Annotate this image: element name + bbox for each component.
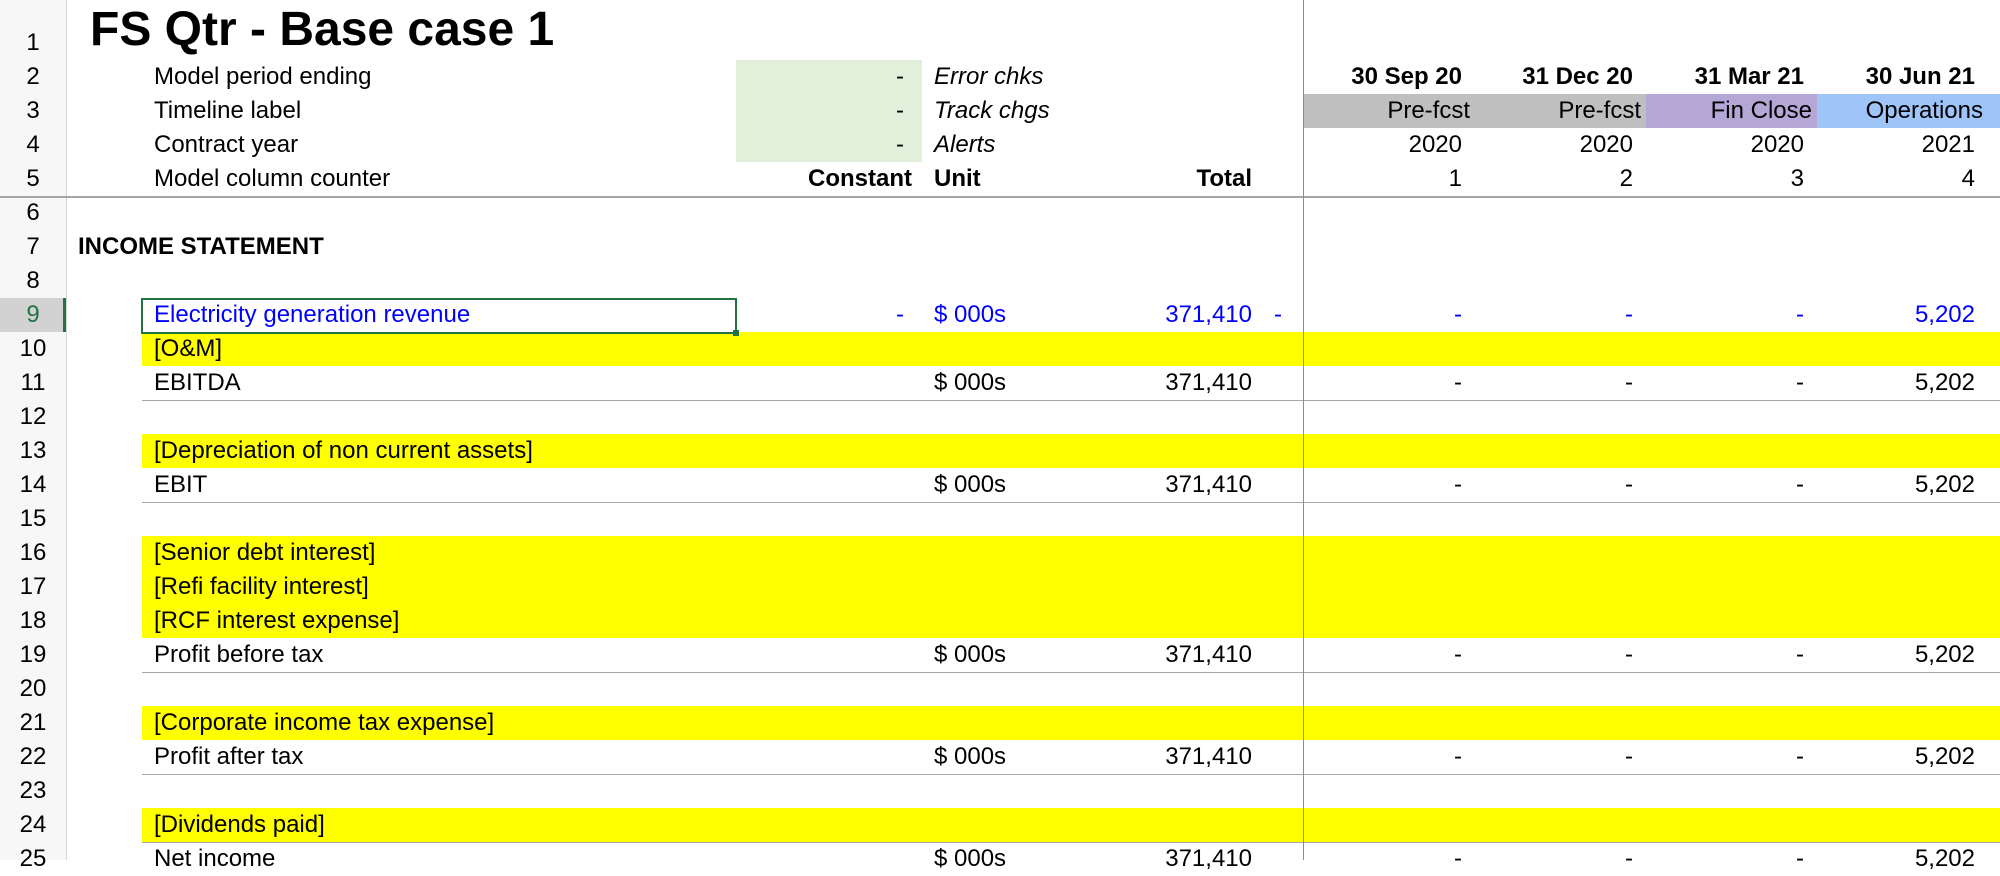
- period-counter-1[interactable]: 1: [1304, 162, 1462, 196]
- ebitda-value-1[interactable]: -: [1304, 366, 1462, 400]
- revenue-value-1[interactable]: -: [1304, 298, 1462, 332]
- net-income-total[interactable]: 371,410: [1100, 842, 1252, 876]
- net-income-value-1[interactable]: -: [1304, 842, 1462, 876]
- net-income-value-4[interactable]: 5,202: [1817, 842, 1975, 876]
- pat-value-2[interactable]: -: [1475, 740, 1633, 774]
- label-timeline[interactable]: Timeline label: [154, 94, 301, 128]
- net-income-unit[interactable]: $ 000s: [934, 842, 1006, 876]
- period-label-4[interactable]: Operations: [1817, 94, 1983, 128]
- ebit-unit[interactable]: $ 000s: [934, 468, 1006, 502]
- net-income-value-2[interactable]: -: [1475, 842, 1633, 876]
- period-year-3[interactable]: 2020: [1646, 128, 1804, 162]
- ebit-value-2[interactable]: -: [1475, 468, 1633, 502]
- net-income-label[interactable]: Net income: [154, 842, 275, 876]
- pbt-value-1[interactable]: -: [1304, 638, 1462, 672]
- net-income-value-3[interactable]: -: [1646, 842, 1804, 876]
- pbt-total[interactable]: 371,410: [1100, 638, 1252, 672]
- rcf-interest-label[interactable]: [RCF interest expense]: [154, 604, 399, 638]
- ebit-value-4[interactable]: 5,202: [1817, 468, 1975, 502]
- sheet-title[interactable]: FS Qtr - Base case 1: [90, 2, 554, 58]
- period-year-1[interactable]: 2020: [1304, 128, 1462, 162]
- pbt-value-2[interactable]: -: [1475, 638, 1633, 672]
- period-year-2[interactable]: 2020: [1475, 128, 1633, 162]
- ebit-total[interactable]: 371,410: [1100, 468, 1252, 502]
- col-header-total[interactable]: Total: [1100, 162, 1252, 196]
- revenue-value-3[interactable]: -: [1646, 298, 1804, 332]
- ebitda-value-2[interactable]: -: [1475, 366, 1633, 400]
- pat-value-4[interactable]: 5,202: [1817, 740, 1975, 774]
- input-model-period[interactable]: -: [736, 60, 904, 94]
- pbt-value-3[interactable]: -: [1646, 638, 1804, 672]
- dividends-label[interactable]: [Dividends paid]: [154, 808, 325, 842]
- period-label-3[interactable]: Fin Close: [1646, 94, 1812, 128]
- flag-error-checks[interactable]: Error chks: [934, 60, 1043, 94]
- flag-alerts[interactable]: Alerts: [934, 128, 995, 162]
- period-counter-2[interactable]: 2: [1475, 162, 1633, 196]
- refi-facility-interest-label[interactable]: [Refi facility interest]: [154, 570, 369, 604]
- section-heading-income-statement[interactable]: INCOME STATEMENT: [78, 230, 324, 264]
- revenue-constant[interactable]: -: [736, 298, 904, 332]
- period-counter-3[interactable]: 3: [1646, 162, 1804, 196]
- label-model-period[interactable]: Model period ending: [154, 60, 372, 94]
- ebitda-label[interactable]: EBITDA: [154, 366, 241, 400]
- revenue-flag[interactable]: -: [1274, 298, 1282, 332]
- om-label[interactable]: [O&M]: [154, 332, 222, 366]
- tax-label[interactable]: [Corporate income tax expense]: [154, 706, 494, 740]
- ebit-value-1[interactable]: -: [1304, 468, 1462, 502]
- col-header-constant[interactable]: Constant: [736, 162, 912, 196]
- ebitda-value-3[interactable]: -: [1646, 366, 1804, 400]
- pat-unit[interactable]: $ 000s: [934, 740, 1006, 774]
- pat-value-1[interactable]: -: [1304, 740, 1462, 774]
- pbt-value-4[interactable]: 5,202: [1817, 638, 1975, 672]
- sheet-cells: FS Qtr - Base case 1 Model period ending…: [0, 0, 2000, 872]
- pat-value-3[interactable]: -: [1646, 740, 1804, 774]
- period-date-4[interactable]: 30 Jun 21: [1817, 60, 1975, 94]
- period-date-1[interactable]: 30 Sep 20: [1304, 60, 1462, 94]
- revenue-value-4[interactable]: 5,202: [1817, 298, 1975, 332]
- ebit-label[interactable]: EBIT: [154, 468, 207, 502]
- label-column-counter[interactable]: Model column counter: [154, 162, 390, 196]
- pbt-unit[interactable]: $ 000s: [934, 638, 1006, 672]
- period-year-4[interactable]: 2021: [1817, 128, 1975, 162]
- col-header-unit[interactable]: Unit: [934, 162, 981, 196]
- ebitda-total[interactable]: 371,410: [1100, 366, 1252, 400]
- period-counter-4[interactable]: 4: [1817, 162, 1975, 196]
- revenue-label[interactable]: Electricity generation revenue: [154, 298, 470, 332]
- revenue-value-2[interactable]: -: [1475, 298, 1633, 332]
- period-label-1[interactable]: Pre-fcst: [1304, 94, 1470, 128]
- senior-debt-interest-label[interactable]: [Senior debt interest]: [154, 536, 375, 570]
- pbt-label[interactable]: Profit before tax: [154, 638, 323, 672]
- revenue-total[interactable]: 371,410: [1100, 298, 1252, 332]
- revenue-unit[interactable]: $ 000s: [934, 298, 1006, 332]
- period-label-2[interactable]: Pre-fcst: [1475, 94, 1641, 128]
- depreciation-label[interactable]: [Depreciation of non current assets]: [154, 434, 533, 468]
- pat-total[interactable]: 371,410: [1100, 740, 1252, 774]
- pat-label[interactable]: Profit after tax: [154, 740, 303, 774]
- flag-track-changes[interactable]: Track chgs: [934, 94, 1050, 128]
- label-contract-year[interactable]: Contract year: [154, 128, 298, 162]
- ebitda-value-4[interactable]: 5,202: [1817, 366, 1975, 400]
- ebitda-unit[interactable]: $ 000s: [934, 366, 1006, 400]
- ebit-value-3[interactable]: -: [1646, 468, 1804, 502]
- period-date-3[interactable]: 31 Mar 21: [1646, 60, 1804, 94]
- input-contract-year[interactable]: -: [736, 128, 904, 162]
- input-timeline[interactable]: -: [736, 94, 904, 128]
- period-date-2[interactable]: 31 Dec 20: [1475, 60, 1633, 94]
